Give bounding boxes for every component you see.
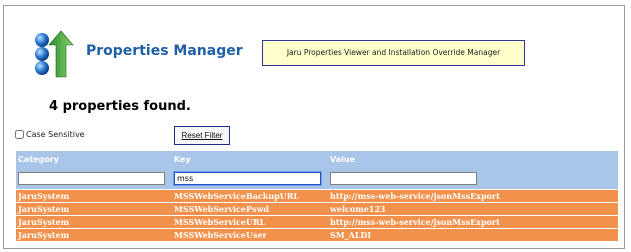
results-count: 4 properties found. — [49, 99, 191, 114]
cell-category: JaruSystem — [18, 230, 70, 240]
key-filter-input[interactable] — [174, 172, 321, 185]
column-header-key[interactable]: Key — [174, 155, 191, 164]
cell-value: http://mss-web-service/jsonMssExport — [330, 191, 500, 201]
case-sensitive-checkbox[interactable] — [15, 130, 24, 139]
case-sensitive-label: Case Sensitive — [26, 130, 85, 139]
reset-filter-button[interactable]: Reset Filter — [174, 126, 230, 145]
value-filter-input[interactable] — [330, 172, 477, 185]
category-filter-input[interactable] — [18, 172, 165, 185]
table-row[interactable]: JaruSystem MSSWebServiceURL http://mss-web… — [16, 215, 618, 228]
cell-category: JaruSystem — [18, 217, 70, 227]
column-header-value[interactable]: Value — [330, 155, 355, 164]
properties-table: Category Key Value JaruSystem MSSWebServi… — [16, 151, 618, 241]
cell-key: MSSWebServicePswd — [174, 204, 269, 214]
cell-value: welcome123 — [330, 204, 386, 214]
cell-key: MSSWebServiceURL — [174, 217, 266, 227]
cell-value: http://mss-web-service/jsonMssExport — [330, 217, 500, 227]
app-logo-icon — [33, 29, 77, 81]
cell-value: SM_ALDI — [330, 230, 372, 240]
filter-row — [16, 169, 618, 189]
table-row[interactable]: JaruSystem MSSWebServiceUser SM_ALDI — [16, 228, 618, 241]
cell-category: JaruSystem — [18, 204, 70, 214]
cell-key: MSSWebServiceBackupURL — [174, 191, 299, 201]
cell-category: JaruSystem — [18, 191, 70, 201]
cell-key: MSSWebServiceUser — [174, 230, 267, 240]
app-title: Properties Manager — [86, 43, 243, 59]
table-body: JaruSystem MSSWebServiceBackupURL http://m… — [16, 189, 618, 241]
table-row[interactable]: JaruSystem MSSWebServiceBackupURL http://m… — [16, 189, 618, 202]
column-header-category[interactable]: Category — [18, 155, 59, 164]
subtitle-box: Jaru Properties Viewer and Installation … — [262, 40, 525, 66]
case-sensitive-toggle[interactable]: Case Sensitive — [15, 130, 85, 139]
table-header-row: Category Key Value — [16, 151, 618, 169]
table-row[interactable]: JaruSystem MSSWebServicePswd welcome123 — [16, 202, 618, 215]
